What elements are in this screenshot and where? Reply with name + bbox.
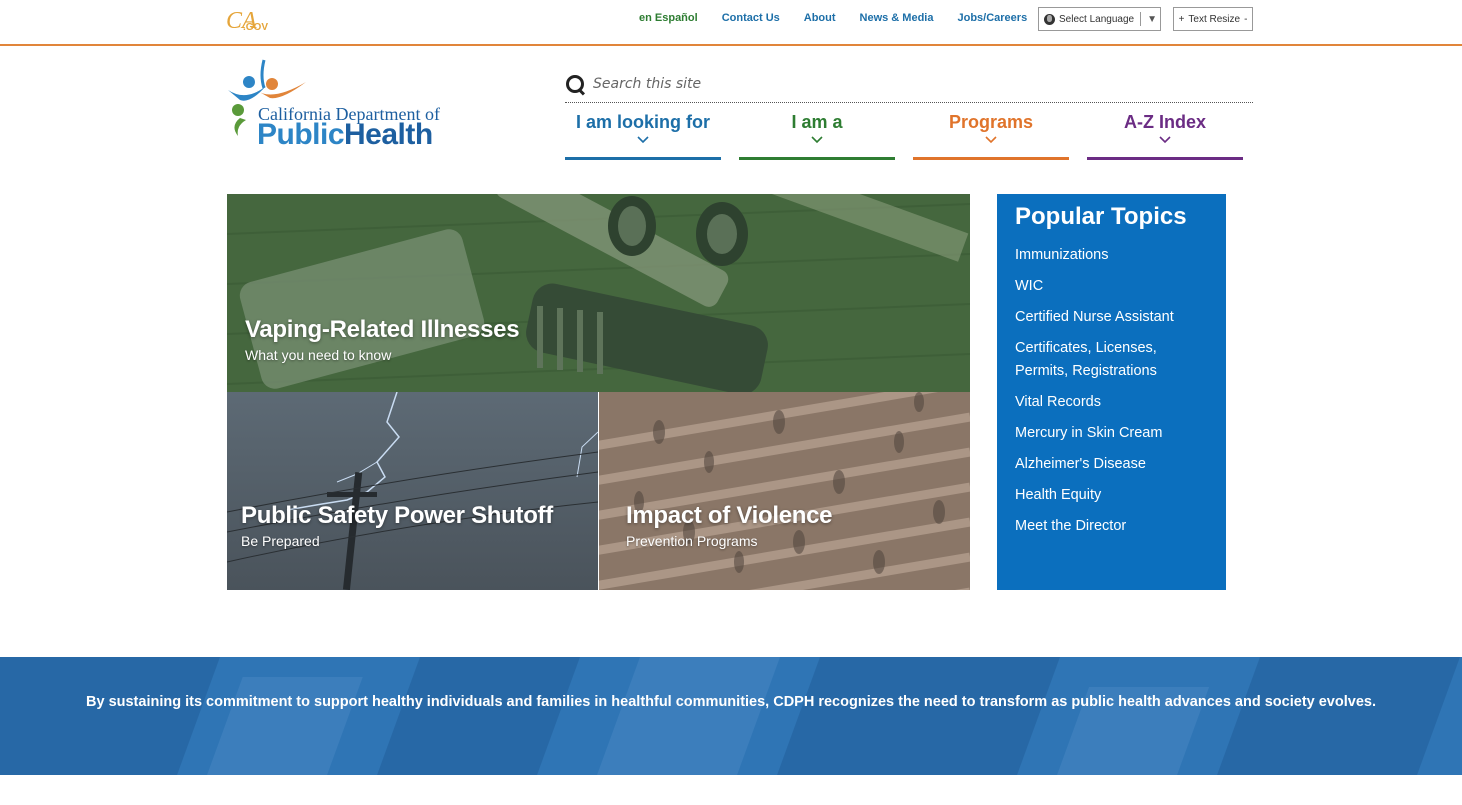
nav-tab-underline: [739, 157, 895, 160]
text-resize-label: Text Resize: [1188, 13, 1241, 25]
list-item: Certificates, Licenses, Permits, Registr…: [1015, 337, 1208, 383]
nav-tab-programs[interactable]: Programs: [913, 108, 1069, 160]
nav-tab-underline: [1087, 157, 1243, 160]
list-item: Alzheimer's Disease: [1015, 453, 1208, 476]
tile-title: Public Safety Power Shutoff: [241, 502, 553, 529]
list-item: WIC: [1015, 275, 1208, 298]
tile-vaping[interactable]: Vaping-Related Illnesses What you need t…: [227, 194, 970, 392]
list-item: Certified Nurse Assistant: [1015, 306, 1208, 329]
tile-title: Impact of Violence: [626, 502, 833, 529]
topic-link-alzheimers[interactable]: Alzheimer's Disease: [1015, 453, 1208, 476]
list-item: Mercury in Skin Cream: [1015, 422, 1208, 445]
nav-tab-i-am-a[interactable]: I am a: [739, 108, 895, 160]
language-select-label: Select Language: [1059, 13, 1135, 25]
search-input[interactable]: [593, 76, 1193, 92]
lightning-photo: [227, 392, 598, 590]
popular-topics-list: Immunizations WIC Certified Nurse Assist…: [1015, 244, 1208, 538]
mission-banner: By sustaining its commitment to support …: [0, 657, 1462, 775]
topic-link-mercury-skin-cream[interactable]: Mercury in Skin Cream: [1015, 422, 1208, 445]
list-item: Immunizations: [1015, 244, 1208, 267]
text-decrease-button[interactable]: -: [1244, 14, 1247, 25]
crowd-photo: [599, 392, 970, 590]
topic-link-certified-nurse-assistant[interactable]: Certified Nurse Assistant: [1015, 306, 1208, 329]
language-select[interactable]: Select Language ▼: [1038, 7, 1161, 31]
tile-impact-of-violence[interactable]: Impact of Violence Prevention Programs: [599, 392, 970, 590]
link-jobs-careers[interactable]: Jobs/Careers: [957, 12, 1027, 24]
banner-background: [0, 657, 1462, 775]
tile-title: Vaping-Related Illnesses: [245, 316, 520, 343]
logo-health: Health: [344, 118, 433, 151]
chevron-down-icon: [1087, 136, 1243, 147]
link-en-espanol[interactable]: en Español: [639, 12, 698, 24]
tile-subtitle: Prevention Programs: [626, 533, 758, 549]
text-resize-control[interactable]: + Text Resize -: [1173, 7, 1253, 31]
link-about[interactable]: About: [804, 12, 836, 24]
globe-icon: [1044, 13, 1055, 25]
link-contact-us[interactable]: Contact Us: [722, 12, 780, 24]
text-increase-button[interactable]: +: [1179, 14, 1185, 25]
nav-tab-label: I am looking for: [575, 112, 710, 132]
cdph-logo[interactable]: California Department of PublicHealth: [226, 54, 476, 154]
link-news-media[interactable]: News & Media: [860, 12, 934, 24]
search-icon[interactable]: [565, 74, 585, 94]
mission-statement: By sustaining its commitment to support …: [86, 694, 1376, 710]
tile-power-shutoff[interactable]: Public Safety Power Shutoff Be Prepared: [227, 392, 598, 590]
list-item: Health Equity: [1015, 484, 1208, 507]
cagov-logo[interactable]: CA .GOV: [226, 4, 272, 34]
nav-tab-a-z-index[interactable]: A-Z Index: [1087, 108, 1243, 160]
popular-topics-panel: Popular Topics Immunizations WIC Certifi…: [997, 194, 1226, 590]
tile-subtitle: What you need to know: [245, 347, 392, 363]
site-search: [565, 66, 1253, 103]
chevron-down-icon: [913, 136, 1069, 147]
select-divider: [1140, 12, 1142, 26]
utility-links: en Español Contact Us About News & Media…: [639, 12, 1051, 24]
utility-bar: CA .GOV en Español Contact Us About News…: [0, 0, 1462, 46]
nav-tab-label: I am a: [791, 112, 843, 132]
nav-tab-label: Programs: [948, 112, 1034, 132]
topic-link-health-equity[interactable]: Health Equity: [1015, 484, 1208, 507]
main-nav: I am looking for I am a Programs A-Z Ind…: [565, 108, 1255, 160]
popular-topics-heading: Popular Topics: [1015, 203, 1187, 230]
nav-tab-label: A-Z Index: [1123, 112, 1206, 132]
topic-link-meet-the-director[interactable]: Meet the Director: [1015, 515, 1208, 538]
topic-link-certificates-licenses[interactable]: Certificates, Licenses, Permits, Registr…: [1015, 337, 1208, 383]
logo-public: Public: [257, 118, 345, 151]
topic-link-immunizations[interactable]: Immunizations: [1015, 244, 1208, 267]
dropdown-arrow-icon: ▼: [1147, 13, 1157, 25]
nav-tab-underline: [913, 157, 1069, 160]
nav-tab-i-am-looking-for[interactable]: I am looking for: [565, 108, 721, 160]
logo-public-health-text: PublicHealth: [257, 118, 433, 152]
nav-tab-underline: [565, 157, 721, 160]
topic-link-vital-records[interactable]: Vital Records: [1015, 391, 1208, 414]
list-item: Vital Records: [1015, 391, 1208, 414]
chevron-down-icon: [739, 136, 895, 147]
chevron-down-icon: [565, 136, 721, 147]
svg-text:.GOV: .GOV: [243, 22, 268, 33]
topic-link-wic[interactable]: WIC: [1015, 275, 1208, 298]
tile-subtitle: Be Prepared: [241, 533, 320, 549]
list-item: Meet the Director: [1015, 515, 1208, 538]
